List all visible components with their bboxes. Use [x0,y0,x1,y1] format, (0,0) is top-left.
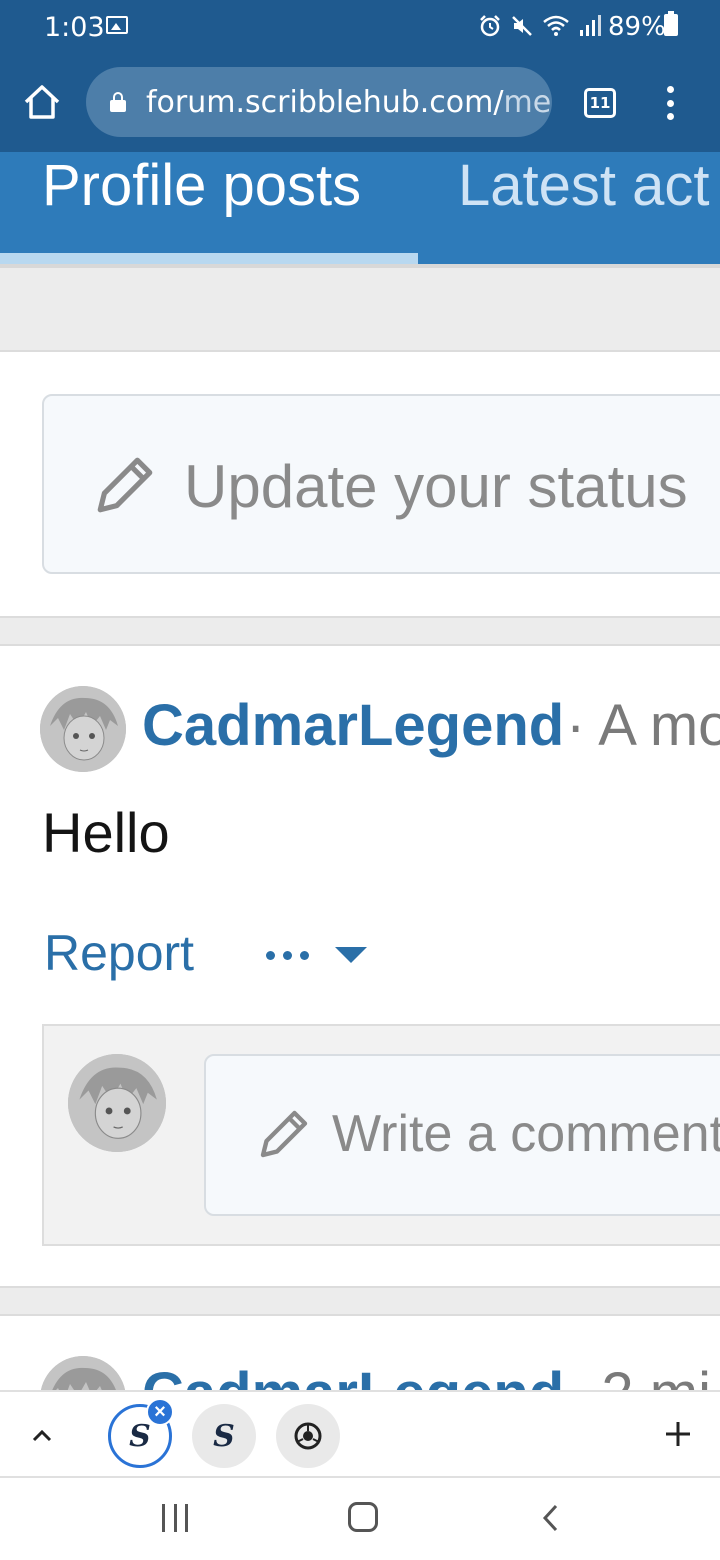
chrome-icon [294,1422,322,1450]
comment-input[interactable]: Write a comment [204,1054,720,1216]
recent-apps-button[interactable] [162,1504,188,1532]
url-text: forum.scribblehub.com/men [146,85,552,120]
section-spacer [0,616,720,646]
close-tab-icon[interactable]: × [146,1398,174,1426]
browser-tab[interactable] [276,1404,340,1468]
tab-switcher-button[interactable]: 11 [584,88,616,118]
status-icons [478,12,602,40]
page: 1:03 89% forum.scribblehub.com/me 11 Pro… [0,0,720,1560]
lock-icon [110,92,126,112]
browser-tab-strip: S × S [0,1390,720,1478]
avatar-sketch [40,686,126,772]
url-path: men [503,84,552,120]
home-icon[interactable] [22,82,62,122]
signal-icon [580,15,601,36]
chevron-up-icon[interactable] [28,1422,56,1450]
pencil-icon [97,457,153,513]
battery-percent: 89% [608,12,666,42]
update-status-placeholder: Update your status [184,453,688,520]
wifi-icon [543,15,569,36]
new-tab-icon[interactable] [660,1416,696,1452]
pencil-icon [260,1110,308,1158]
home-button[interactable] [348,1502,378,1532]
dot [300,950,309,960]
avatar [68,1054,166,1152]
battery-icon [664,11,678,36]
caret-down-icon [335,947,367,963]
avatar-sketch [68,1054,166,1152]
dot [283,950,292,960]
dot [266,950,275,960]
scribblehub-logo-icon: S [129,1418,151,1454]
post-author-link[interactable]: CadmarLegend [142,692,564,759]
address-bar[interactable]: forum.scribblehub.com/men [86,67,552,137]
tab-profile-posts[interactable]: Profile posts [42,152,361,219]
update-status-input[interactable]: Update your status [42,394,720,574]
comment-placeholder: Write a comment [332,1105,720,1163]
report-link[interactable]: Report [44,924,194,982]
post-body: Hello [42,801,170,864]
tab-latest-activity[interactable]: Latest act [458,152,709,219]
section-spacer [0,268,720,352]
status-time: 1:03 [44,12,105,43]
status-bar: 1:03 89% [0,0,720,52]
scribblehub-logo-icon: S [213,1418,235,1454]
gallery-icon [106,16,128,34]
mute-icon [512,16,532,36]
more-options-button[interactable] [266,940,367,970]
post-timestamp[interactable]: · A mo [566,692,720,759]
avatar[interactable] [40,686,126,772]
browser-toolbar: forum.scribblehub.com/men 11 [0,52,720,152]
url-domain: forum.scribblehub.com/ [146,84,504,120]
profile-tabs: Profile posts Latest act [0,152,720,266]
section-spacer [0,1286,720,1316]
system-nav-bar [0,1478,720,1560]
browser-tab[interactable]: S [192,1404,256,1468]
back-button[interactable] [540,1502,560,1534]
browser-menu-icon[interactable] [660,86,680,120]
alarm-icon [480,15,500,37]
